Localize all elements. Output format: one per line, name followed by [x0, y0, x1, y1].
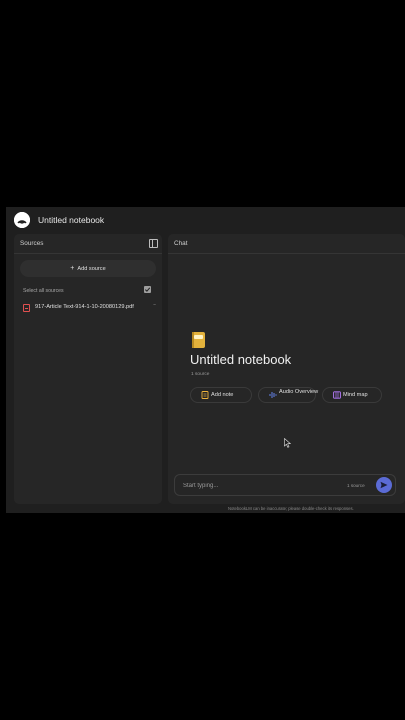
- chat-input-box: 1 source: [174, 474, 396, 496]
- chat-notebook-title: Untitled notebook: [190, 352, 292, 367]
- audio-overview-button[interactable]: Audio Overview: [258, 387, 319, 403]
- add-note-label: Add note: [211, 392, 234, 398]
- notebook-app: Untitled notebook Sources + Add source Se…: [6, 207, 405, 513]
- collapse-panel-icon[interactable]: [149, 239, 158, 248]
- sources-panel-header: Sources: [14, 234, 162, 254]
- source-count: 1 source: [191, 372, 210, 377]
- mind-map-button[interactable]: Mind map: [322, 387, 382, 403]
- chat-panel-header: Chat: [168, 234, 405, 254]
- source-item-name: 917-Article Text-914-1-10-20080129.pdf: [35, 304, 134, 310]
- mind-map-label: Mind map: [343, 392, 368, 398]
- send-icon: [380, 481, 388, 489]
- source-item[interactable]: 917-Article Text-914-1-10-20080129.pdf ⁻: [23, 303, 156, 313]
- more-options-icon[interactable]: ⁻: [153, 303, 156, 310]
- add-source-label: Add source: [77, 266, 106, 272]
- send-button[interactable]: [376, 477, 392, 493]
- notebook-title[interactable]: Untitled notebook: [38, 215, 104, 225]
- chat-panel: Chat Untitled notebook 1 source Add note…: [168, 234, 405, 504]
- mind-map-icon: [333, 391, 341, 399]
- note-icon: [201, 391, 209, 399]
- select-all-checkbox[interactable]: [144, 286, 151, 293]
- audio-waveform-icon: [269, 392, 277, 398]
- add-source-button[interactable]: + Add source: [20, 260, 156, 277]
- notebooklm-logo-icon[interactable]: [14, 212, 30, 228]
- mouse-cursor-icon: [284, 438, 291, 448]
- chat-input[interactable]: [181, 479, 335, 493]
- audio-overview-label: Audio Overview: [279, 389, 319, 395]
- chat-panel-title: Chat: [174, 240, 188, 247]
- sources-panel: Sources + Add source Select all sources 9…: [14, 234, 162, 504]
- disclaimer-text: NotebookLM can be inaccurate; please dou…: [228, 506, 354, 511]
- plus-icon: +: [70, 265, 75, 272]
- input-source-count: 1 source: [347, 483, 365, 488]
- pdf-icon: [23, 304, 30, 312]
- top-bar: Untitled notebook: [6, 207, 405, 233]
- add-note-button[interactable]: Add note: [190, 387, 252, 403]
- sources-panel-title: Sources: [20, 240, 44, 247]
- select-all-label: Select all sources: [23, 288, 64, 294]
- notebook-emoji-icon: [192, 332, 205, 348]
